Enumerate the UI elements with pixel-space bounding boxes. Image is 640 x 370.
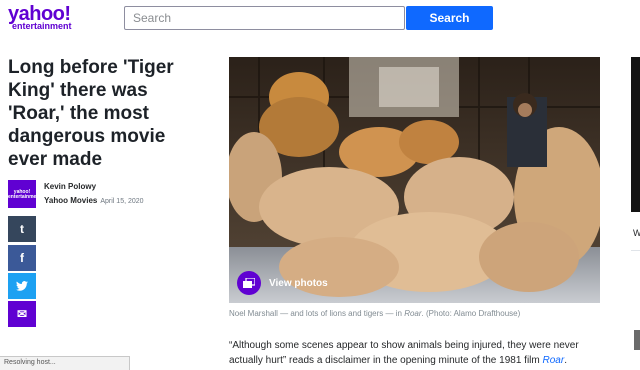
- right-rail-divider: [631, 250, 640, 251]
- share-mail-button[interactable]: ✉: [8, 301, 36, 327]
- share-twitter-button[interactable]: [8, 273, 36, 299]
- roar-link[interactable]: Roar: [543, 355, 565, 366]
- paragraph-text: “Although some scenes appear to show ani…: [229, 340, 579, 366]
- view-photos-label: View photos: [269, 277, 328, 289]
- logo-sub: entertainment: [12, 21, 72, 31]
- author-name: Kevin Polowy: [44, 182, 97, 191]
- tumblr-icon: t: [20, 222, 24, 236]
- right-rail-thumbnail[interactable]: [634, 330, 640, 350]
- right-rail-image[interactable]: [631, 57, 640, 212]
- article-header: Long before 'Tiger King' there was 'Roar…: [8, 56, 208, 208]
- site-header: yahoo! entertainment Search: [0, 0, 640, 38]
- caption-text: Noel Marshall — and lots of lions and ti…: [229, 309, 405, 318]
- gallery-icon: [237, 271, 261, 295]
- search-button[interactable]: Search: [406, 6, 493, 30]
- article-paragraph: “Although some scenes appear to show ani…: [229, 338, 609, 368]
- yahoo-entertainment-logo[interactable]: yahoo! entertainment: [8, 4, 80, 33]
- mail-icon: ✉: [16, 307, 28, 321]
- search-input[interactable]: [124, 6, 405, 30]
- article-headline: Long before 'Tiger King' there was 'Roar…: [8, 57, 174, 170]
- source-line: Yahoo Movies April 15, 2020: [44, 196, 144, 205]
- twitter-icon: [16, 281, 28, 291]
- photo-caption: Noel Marshall — and lots of lions and ti…: [229, 309, 609, 318]
- view-photos-button[interactable]: View photos: [237, 270, 328, 296]
- photo-lions-tigers: [229, 57, 600, 303]
- browser-status-bar: Resolving host...: [0, 356, 130, 370]
- paragraph-end: .: [564, 355, 567, 366]
- share-facebook-button[interactable]: f: [8, 245, 36, 271]
- caption-title: Roar: [404, 309, 422, 318]
- right-rail-heading: W: [633, 228, 640, 238]
- publish-date: April 15, 2020: [100, 198, 144, 205]
- share-tumblr-button[interactable]: t: [8, 216, 36, 242]
- byline: yahoo! entertainment Kevin Polowy Yahoo …: [8, 180, 208, 210]
- caption-credit: . (Photo: Alamo Drafthouse): [421, 309, 521, 318]
- source-name[interactable]: Yahoo Movies: [44, 196, 97, 205]
- facebook-icon: f: [20, 251, 24, 265]
- article-photo[interactable]: [229, 57, 600, 303]
- source-avatar[interactable]: yahoo! entertainment: [8, 180, 41, 208]
